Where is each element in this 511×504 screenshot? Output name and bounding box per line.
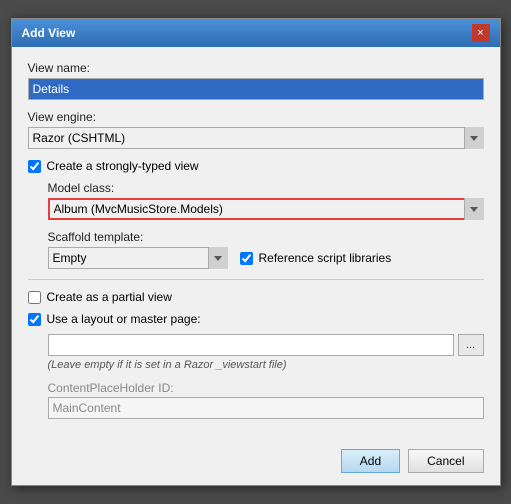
scaffold-select[interactable]: Empty Create Delete Details Edit List: [48, 247, 228, 269]
layout-hint: (Leave empty if it is set in a Razor _vi…: [48, 359, 484, 371]
view-engine-label: View engine:: [28, 110, 484, 124]
view-engine-select[interactable]: Razor (CSHTML) ASPX: [28, 127, 484, 149]
strongly-typed-row: Create a strongly-typed view: [28, 159, 484, 173]
view-engine-group: View engine: Razor (CSHTML) ASPX: [28, 110, 484, 149]
scaffold-group: Scaffold template: Empty Create Delete D…: [28, 230, 484, 269]
close-button[interactable]: ×: [472, 24, 490, 42]
model-class-label: Model class:: [48, 181, 484, 195]
scaffold-label: Scaffold template:: [48, 230, 484, 244]
ref-scripts-checkbox[interactable]: [240, 252, 253, 265]
layout-path-input[interactable]: [48, 334, 454, 356]
view-name-input[interactable]: [28, 78, 484, 100]
scaffold-row: Empty Create Delete Details Edit List Re…: [48, 247, 484, 269]
content-placeholder-input[interactable]: [48, 397, 484, 419]
cancel-button[interactable]: Cancel: [408, 449, 483, 473]
partial-view-row: Create as a partial view: [28, 290, 484, 304]
strongly-typed-label[interactable]: Create a strongly-typed view: [47, 159, 199, 173]
content-placeholder-group: ContentPlaceHolder ID:: [28, 381, 484, 419]
model-class-select[interactable]: Album (MvcMusicStore.Models): [48, 198, 484, 220]
dialog-body: View name: View engine: Razor (CSHTML) A…: [12, 47, 500, 441]
ref-scripts-label[interactable]: Reference script libraries: [259, 251, 392, 265]
view-engine-select-wrapper: Razor (CSHTML) ASPX: [28, 127, 484, 149]
title-bar: Add View ×: [12, 19, 500, 47]
dialog-title: Add View: [22, 26, 76, 40]
model-class-group: Model class: Album (MvcMusicStore.Models…: [28, 181, 484, 220]
add-button[interactable]: Add: [341, 449, 400, 473]
scaffold-select-wrapper: Empty Create Delete Details Edit List: [48, 247, 228, 269]
content-placeholder-label: ContentPlaceHolder ID:: [48, 381, 484, 395]
layout-label[interactable]: Use a layout or master page:: [47, 312, 201, 326]
layout-checkbox[interactable]: [28, 313, 41, 326]
partial-view-checkbox[interactable]: [28, 291, 41, 304]
model-class-select-wrapper: Album (MvcMusicStore.Models): [48, 198, 484, 220]
layout-path-group: ... (Leave empty if it is set in a Razor…: [28, 334, 484, 371]
divider: [28, 279, 484, 280]
browse-button[interactable]: ...: [458, 334, 484, 356]
layout-row: Use a layout or master page:: [28, 312, 484, 326]
dialog-footer: Add Cancel: [12, 441, 500, 485]
strongly-typed-checkbox[interactable]: [28, 160, 41, 173]
add-view-dialog: Add View × View name: View engine: Razor…: [11, 18, 501, 486]
partial-view-label[interactable]: Create as a partial view: [47, 290, 172, 304]
layout-path-row: ...: [48, 334, 484, 356]
view-name-group: View name:: [28, 61, 484, 100]
view-name-label: View name:: [28, 61, 484, 75]
ref-scripts-row: Reference script libraries: [240, 251, 392, 265]
